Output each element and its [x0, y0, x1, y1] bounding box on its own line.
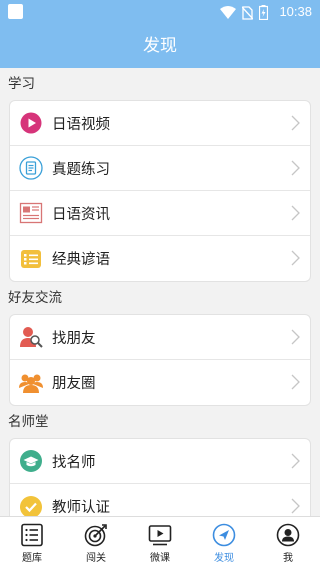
- tab-label: 我: [283, 553, 293, 564]
- menu-item-label: 经典谚语: [52, 252, 110, 268]
- battery-icon: [259, 5, 268, 20]
- certified-check-icon: [19, 495, 43, 516]
- chevron-right-icon: [291, 115, 300, 131]
- exam-paper-icon: [19, 156, 43, 180]
- study-card: 日语视频 真题练习 日语资讯 经典谚语: [9, 100, 311, 282]
- tab-challenge[interactable]: 闯关: [64, 517, 128, 568]
- tab-label: 微课: [150, 553, 170, 564]
- section-title-study: 学习: [8, 76, 35, 92]
- teachers-card: 找名师 教师认证: [9, 438, 311, 516]
- chevron-right-icon: [291, 498, 300, 514]
- graduation-cap-icon: [19, 449, 43, 473]
- chevron-right-icon: [291, 160, 300, 176]
- chevron-right-icon: [291, 250, 300, 266]
- menu-item-label: 找朋友: [52, 330, 96, 347]
- tab-me[interactable]: 我: [256, 517, 320, 568]
- menu-item-label: 朋友圈: [52, 376, 96, 392]
- menu-item-label: 教师认证: [52, 500, 110, 516]
- bottom-tab-bar: 题库 闯关 微课 发现 我: [0, 516, 320, 568]
- menu-item-teacher-certification[interactable]: 教师认证: [10, 484, 310, 516]
- tab-label: 闯关: [86, 553, 106, 564]
- wifi-icon: [220, 6, 236, 19]
- menu-item-classic-proverbs[interactable]: 经典谚语: [10, 236, 310, 281]
- list-icon: [21, 523, 43, 547]
- chevron-right-icon: [291, 374, 300, 390]
- menu-item-japanese-news[interactable]: 日语资讯: [10, 191, 310, 236]
- clock: 10:38: [279, 4, 312, 19]
- find-person-icon: [19, 325, 43, 349]
- tab-question-bank[interactable]: 题库: [0, 517, 64, 568]
- tab-label: 发现: [214, 553, 234, 564]
- page-title: 发现: [0, 24, 320, 68]
- chevron-right-icon: [291, 329, 300, 345]
- no-sim-icon: [242, 5, 253, 20]
- menu-item-label: 日语资讯: [52, 206, 110, 223]
- friends-card: 找朋友 朋友圈: [9, 314, 311, 406]
- tab-label: 题库: [22, 553, 42, 564]
- menu-item-moments[interactable]: 朋友圈: [10, 360, 310, 405]
- tab-discover[interactable]: 发现: [192, 517, 256, 568]
- menu-item-japanese-video[interactable]: 日语视频: [10, 101, 310, 146]
- user-icon: [276, 523, 300, 547]
- news-icon: [19, 201, 43, 225]
- proverb-book-icon: [19, 247, 43, 271]
- chevron-right-icon: [291, 205, 300, 221]
- play-circle-icon: [19, 111, 43, 135]
- tab-micro-class[interactable]: 微课: [128, 517, 192, 568]
- target-icon: [84, 524, 107, 547]
- section-title-teachers: 名师堂: [8, 414, 49, 430]
- menu-item-label: 日语视频: [52, 116, 110, 133]
- status-icons: [220, 5, 268, 20]
- compass-arrow-icon: [212, 523, 236, 547]
- menu-item-label: 找名师: [52, 454, 96, 471]
- section-title-friends: 好友交流: [8, 290, 62, 306]
- discover-content[interactable]: 学习 日语视频 真题练习 日语资讯 经典谚语 好友交流 找朋友 朋友圈 名师堂 …: [0, 68, 320, 516]
- status-bar: 10:38: [0, 0, 320, 24]
- people-group-icon: [19, 371, 43, 395]
- chevron-right-icon: [291, 453, 300, 469]
- menu-item-find-teacher[interactable]: 找名师: [10, 439, 310, 484]
- video-play-icon: [148, 525, 172, 546]
- menu-item-exam-practice[interactable]: 真题练习: [10, 146, 310, 191]
- notification-icon: [8, 4, 23, 19]
- menu-item-find-friends[interactable]: 找朋友: [10, 315, 310, 360]
- menu-item-label: 真题练习: [52, 161, 110, 178]
